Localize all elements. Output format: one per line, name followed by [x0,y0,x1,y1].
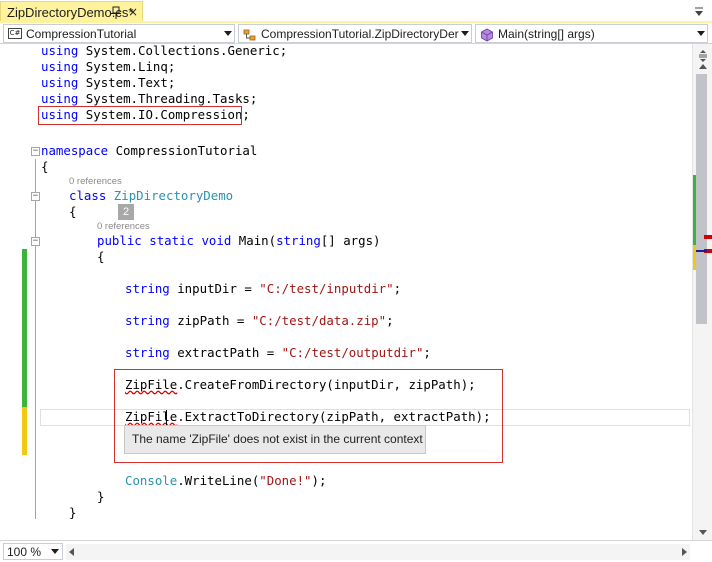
member-dropdown[interactable]: Main(string[] args) [475,24,708,43]
change-bar-saved [22,249,27,407]
code-line: namespace CompressionTutorial [41,143,258,158]
annotation-badge: 2 [118,204,134,220]
code-line: class ZipDirectoryDemo [69,188,234,203]
annotation-box-zipfile [114,369,503,463]
class-dropdown[interactable]: CompressionTutorial.ZipDirectoryDer [238,24,472,43]
scroll-left-icon[interactable] [69,548,74,556]
pin-icon[interactable] [110,5,122,19]
document-tab-strip: ZipDirectoryDemo.cs* × [0,0,712,23]
code-line: string extractPath = "C:/test/outputdir"… [125,345,431,360]
outline-guide-method [35,249,36,519]
scroll-thumb[interactable] [696,74,707,324]
zoom-dropdown[interactable]: 100 % [3,543,63,560]
code-editor[interactable]: − − − using System.Collections.Generic; … [0,44,692,540]
code-line: using System.Collections.Generic; [41,44,288,58]
error-marker[interactable] [704,235,712,239]
code-line: using System.Linq; [41,59,176,74]
class-name: CompressionTutorial.ZipDirectoryDer [261,27,459,41]
horizontal-scrollbar[interactable] [66,544,690,560]
change-marker-unsaved [693,245,696,270]
change-marker-saved [693,175,696,245]
code-line: string inputDir = "C:/test/inputdir"; [125,281,402,296]
code-line: public static void Main(string[] args) [97,233,381,248]
chevron-down-icon[interactable] [51,549,59,554]
code-line: { [41,159,49,174]
close-icon[interactable]: × [127,5,139,19]
scroll-right-icon[interactable] [682,548,687,556]
dropdown-icon[interactable] [692,4,706,18]
collapse-class-icon[interactable]: − [31,192,40,201]
annotation-box-using [38,106,242,125]
code-line: Console.WriteLine("Done!"); [125,473,327,488]
chevron-down-icon[interactable] [697,31,705,36]
navigation-bar: C# CompressionTutorial CompressionTutori… [0,23,712,44]
member-name: Main(string[] args) [498,27,595,41]
collapse-method-icon[interactable]: − [31,237,40,246]
caret-position-marker [696,250,707,252]
zoom-level: 100 % [7,545,42,559]
project-name: CompressionTutorial [26,27,137,41]
code-line: } [69,505,77,520]
class-icon [243,27,257,41]
chevron-down-icon[interactable] [224,31,232,36]
code-line: } [97,489,105,504]
project-dropdown[interactable]: C# CompressionTutorial [3,24,235,43]
change-bar-unsaved [22,407,27,455]
codelens-references[interactable]: 0 references [69,176,122,188]
split-handle-icon[interactable] [698,47,708,62]
editor-bottom-bar: 100 % [0,540,712,562]
code-line: using System.Threading.Tasks; [41,91,258,106]
code-line: { [69,204,77,219]
code-line: string zipPath = "C:/test/data.zip"; [125,313,394,328]
scroll-up-icon[interactable] [699,64,707,69]
scroll-down-icon[interactable] [699,530,707,535]
code-line: using System.Text; [41,75,176,90]
collapse-namespace-icon[interactable]: − [31,147,40,156]
chevron-down-icon[interactable] [461,31,469,36]
method-icon [480,27,494,42]
document-tab[interactable]: ZipDirectoryDemo.cs* × [0,1,143,22]
codelens-references[interactable]: 0 references [97,221,150,233]
vertical-scrollbar[interactable] [692,44,712,540]
csharp-project-icon: C# [8,28,22,39]
code-line: { [97,249,105,264]
